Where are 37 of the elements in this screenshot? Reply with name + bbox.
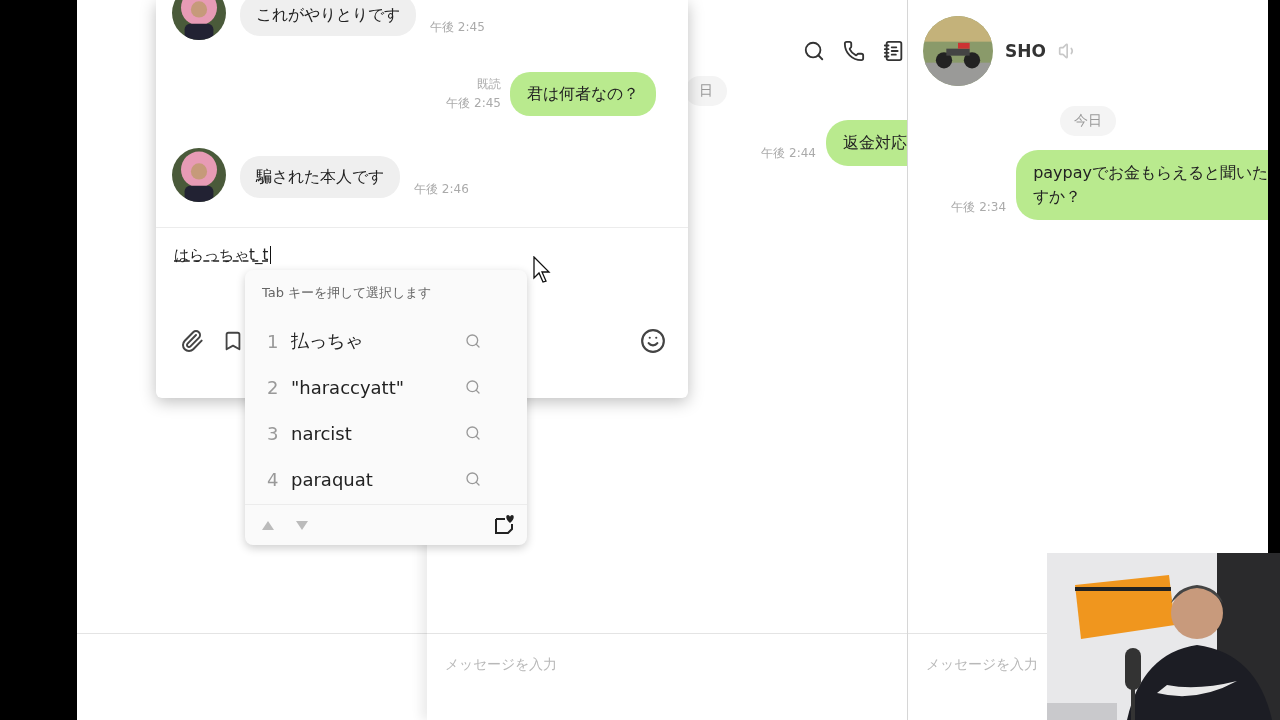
message-input[interactable]: はらっちゃt_t [174,246,272,264]
message-time: 午後 2:44 [761,145,816,162]
candidate-number: 1 [267,330,280,352]
phone-icon[interactable] [843,40,865,62]
candidate-item[interactable]: 4 paraquat [245,456,527,502]
notes-icon[interactable] [883,40,905,62]
message-time: 午後 2:45 [446,95,501,112]
candidate-number: 3 [267,422,280,444]
sent-message-bubble: paypayでお金もらえると聞いた すか？ [1016,150,1268,220]
message-input[interactable]: メッセージを入力 [926,656,1042,672]
paperclip-icon[interactable] [180,329,204,353]
message-time: 午後 2:34 [951,199,1007,216]
message-input[interactable]: メッセージを入力 [445,656,645,672]
message-time: 午後 2:45 [430,19,485,36]
message-time: 午後 2:46 [414,181,469,198]
date-chip: 日 [685,76,727,106]
candidate-number: 2 [267,376,280,398]
emoji-icon[interactable] [640,328,666,354]
candidate-text: paraquat [291,468,374,490]
candidate-item[interactable]: 3 narcist [245,410,527,456]
candidate-item[interactable]: 1 払っちゃ [245,318,527,364]
candidate-number: 4 [267,468,280,490]
candidate-text: 払っちゃ [291,329,364,353]
sent-message-bubble: 返金対応 [826,120,907,166]
received-message-bubble: 騙された本人です [240,156,400,198]
sticker-heart-icon[interactable] [493,514,515,536]
sent-message-bubble: 君は何者なの？ [510,72,656,116]
date-chip: 今日 [1060,106,1116,136]
received-message-bubble: これがやりとりです [240,0,416,36]
contact-name: SHO [1005,41,1046,61]
search-icon[interactable] [803,40,825,62]
candidate-text: narcist [291,422,353,444]
cursor-icon [533,256,551,284]
read-receipt: 既読 [477,76,501,93]
ime-hint: Tab キーを押して選択します [261,284,433,302]
candidate-text: "haraccyatt" [291,376,406,398]
candidate-item[interactable]: 2 "haraccyatt" [245,364,527,410]
